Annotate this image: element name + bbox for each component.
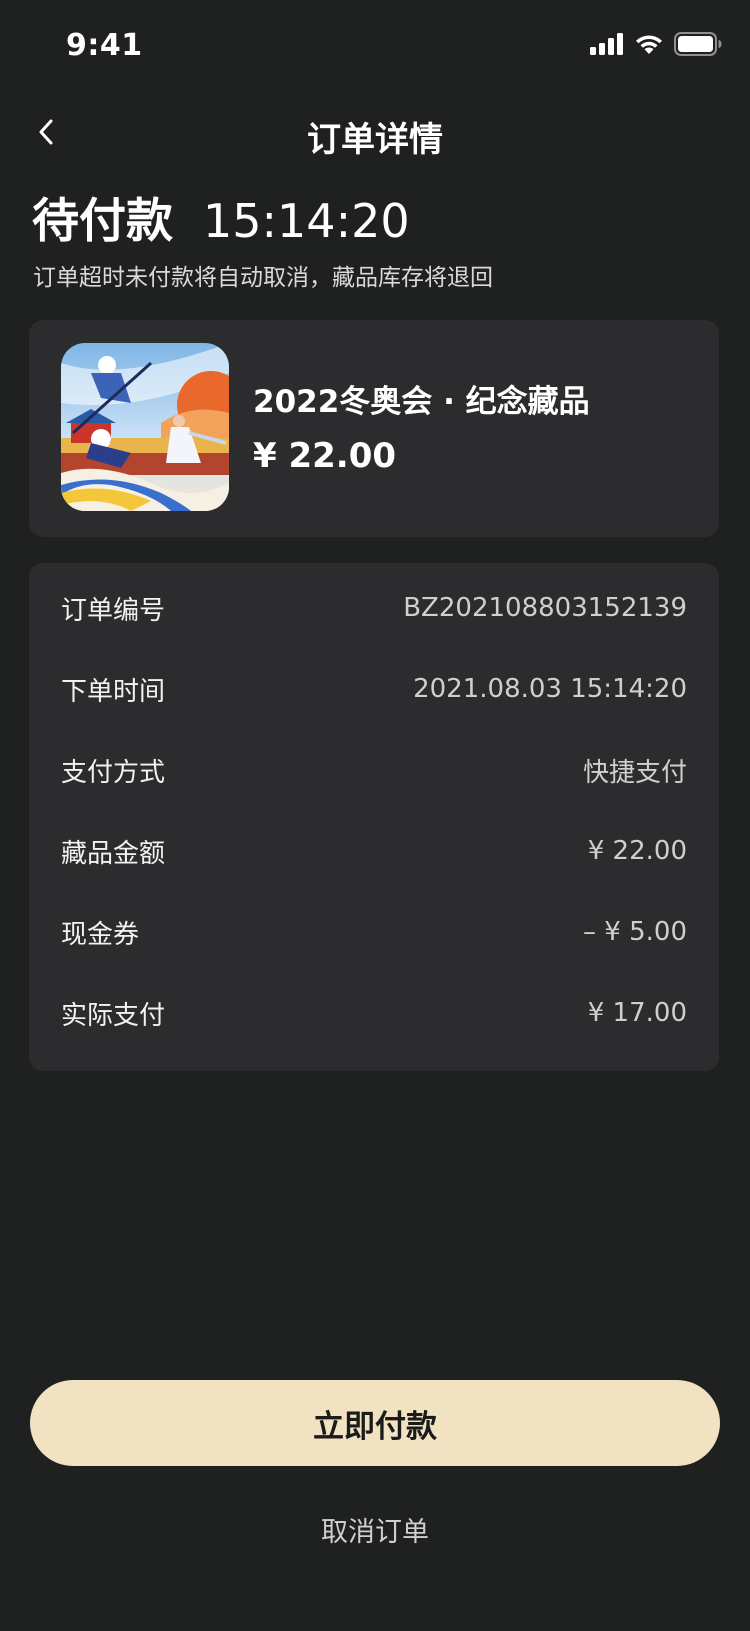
detail-value: – ¥ 5.00 [583, 917, 687, 947]
order-status-label: 待付款 [32, 194, 173, 249]
detail-label: 藏品金额 [61, 838, 166, 869]
page-title: 订单详情 [307, 120, 443, 160]
detail-row-coupon: 现金券 – ¥ 5.00 [61, 912, 687, 952]
winter-olympics-artwork [61, 343, 229, 511]
detail-row-order-time: 下单时间 2021.08.03 15:14:20 [61, 669, 687, 709]
detail-label: 实际支付 [61, 1000, 166, 1031]
detail-value: BZ202108803152139 [403, 593, 687, 623]
order-status-heading: 待付款 15:14:20 [32, 182, 410, 251]
wifi-icon [636, 35, 662, 54]
detail-row-item-amount: 藏品金额 ¥ 22.00 [61, 831, 687, 871]
detail-value: ¥ 17.00 [587, 998, 687, 1028]
nav-bar: 订单详情 [0, 100, 750, 170]
detail-label: 订单编号 [61, 595, 166, 626]
detail-row-order-number: 订单编号 BZ202108803152139 [61, 588, 687, 628]
detail-row-payment-method: 支付方式 快捷支付 [61, 750, 687, 790]
detail-value: 快捷支付 [582, 757, 687, 788]
detail-row-actual-payment: 实际支付 ¥ 17.00 [61, 993, 687, 1033]
status-time: 9:41 [66, 28, 143, 63]
product-name: 2022冬奥会 · 纪念藏品 [253, 384, 590, 420]
status-bar: 9:41 [0, 0, 750, 90]
cancel-order-link[interactable]: 取消订单 [0, 1510, 750, 1549]
detail-value: 2021.08.03 15:14:20 [413, 674, 687, 704]
battery-icon [674, 32, 722, 56]
detail-value: ¥ 22.00 [587, 836, 687, 866]
signal-icon [590, 33, 623, 55]
product-card[interactable]: 2022冬奥会 · 纪念藏品 ¥ 22.00 [29, 320, 719, 537]
product-price: ¥ 22.00 [253, 436, 397, 476]
detail-label: 支付方式 [61, 757, 166, 788]
status-note: 订单超时未付款将自动取消，藏品库存将退回 [33, 265, 493, 291]
detail-label: 现金券 [61, 919, 140, 950]
product-thumbnail [61, 343, 229, 511]
detail-label: 下单时间 [61, 676, 166, 707]
pay-now-button[interactable]: 立即付款 [30, 1380, 720, 1466]
countdown-timer: 15:14:20 [203, 194, 410, 248]
status-icons [590, 32, 722, 56]
order-details-card: 订单编号 BZ202108803152139 下单时间 2021.08.03 1… [29, 563, 719, 1071]
